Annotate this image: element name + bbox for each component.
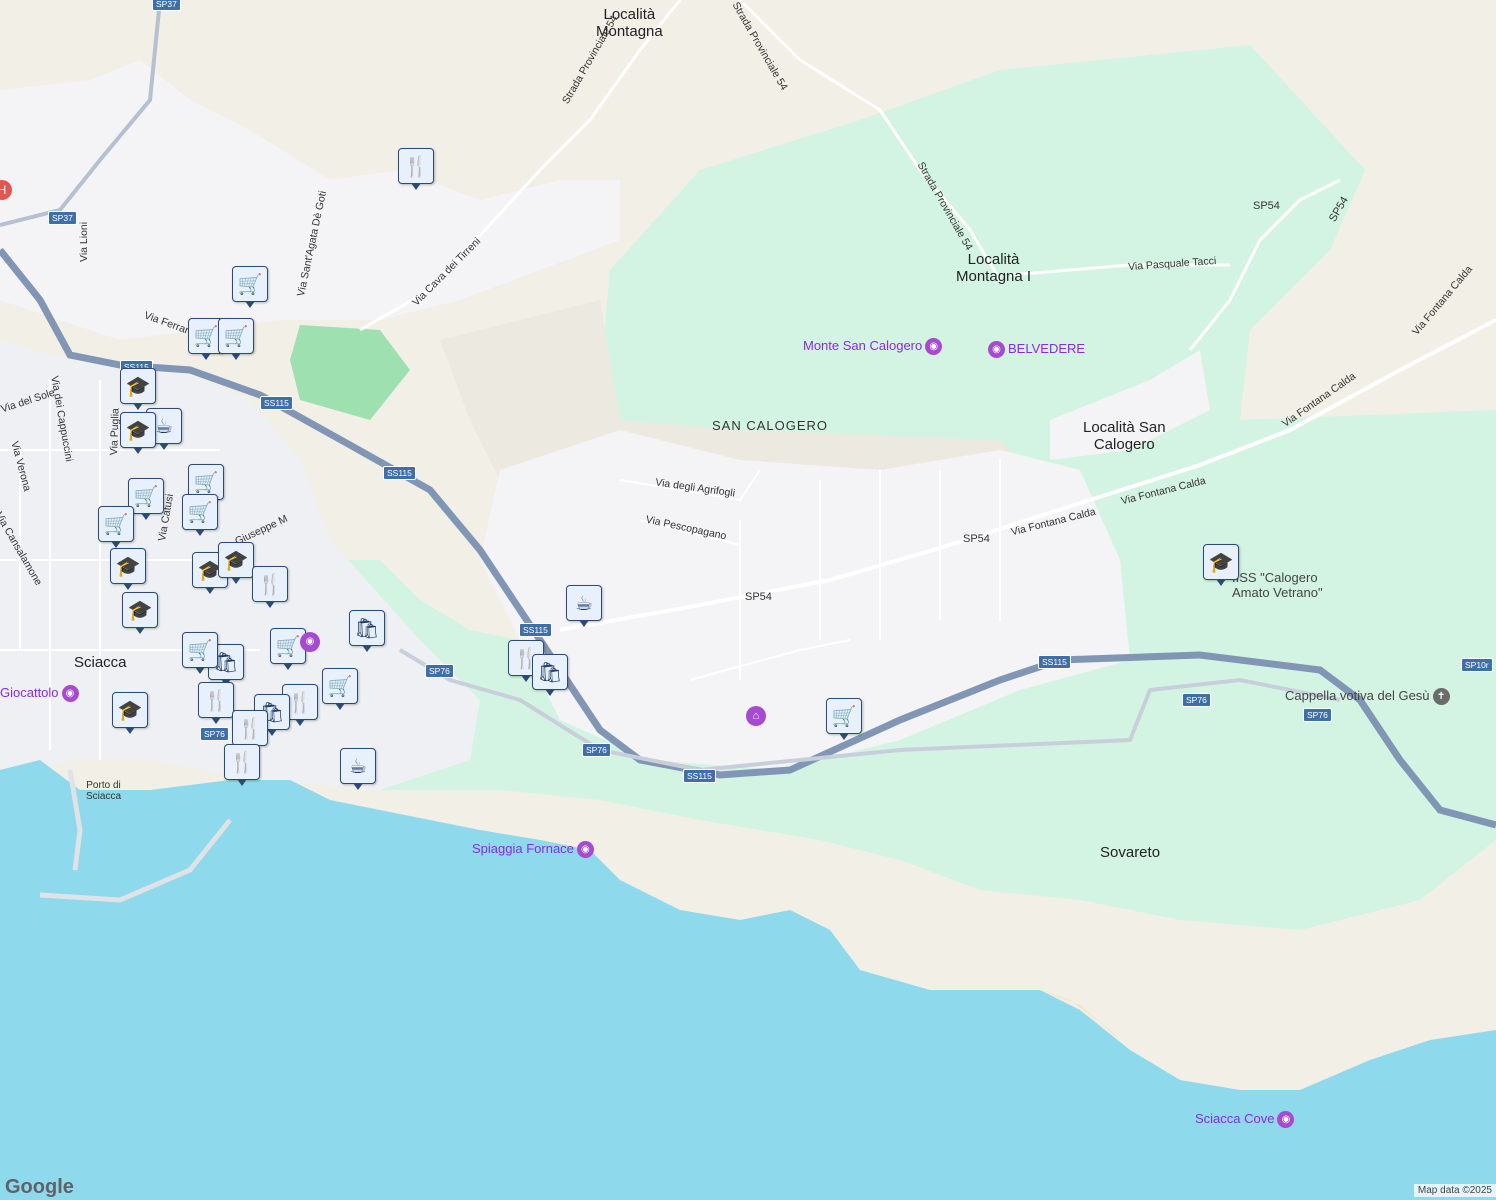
- town-label-sovareto: Sovareto: [1100, 844, 1161, 861]
- town-label-localita-san-calogero: Località San Calogero: [1083, 419, 1166, 453]
- road-label: SP54: [963, 533, 990, 545]
- restaurant-icon[interactable]: 🍴: [224, 744, 260, 786]
- cross-icon: ✝: [1432, 688, 1450, 706]
- coffee-icon[interactable]: ☕: [340, 748, 376, 790]
- school-icon[interactable]: 🎓: [1203, 544, 1239, 586]
- map-attribution[interactable]: Map data ©2025: [1413, 1184, 1496, 1197]
- school-icon[interactable]: 🎓: [218, 542, 254, 584]
- poi-iiss-amato-vetrano[interactable]: IISS "Calogero Amato Vetrano": [1232, 570, 1323, 600]
- coffee-icon[interactable]: ☕: [566, 585, 602, 627]
- poi-spiaggia-fornace[interactable]: Spiaggia Fornace ◉: [472, 841, 594, 859]
- road-shield: SS115: [1038, 655, 1071, 669]
- camera-icon: ◉: [988, 341, 1005, 359]
- cart-icon[interactable]: 🛒: [826, 698, 862, 740]
- school-icon[interactable]: 🎓: [122, 592, 158, 634]
- school-icon[interactable]: 🎓: [112, 692, 148, 734]
- road-shield: SS115: [383, 466, 416, 480]
- camera-icon[interactable]: ◉: [300, 632, 320, 652]
- area-label-san-calogero: SAN CALOGERO: [712, 418, 829, 433]
- street-label: Via Lioni: [78, 221, 90, 262]
- road-shield: SP76: [425, 664, 454, 678]
- town-label-sciacca: Sciacca: [74, 654, 127, 671]
- road-shield: SS115: [519, 623, 552, 637]
- road-shield: SP10r: [1461, 658, 1493, 672]
- camera-icon: ◉: [1277, 1111, 1295, 1129]
- restaurant-icon[interactable]: 🍴: [198, 682, 234, 724]
- restaurant-icon[interactable]: 🍴: [252, 566, 288, 608]
- road-shield: SP76: [1182, 693, 1211, 707]
- road-shield: SP76: [582, 743, 611, 757]
- google-logo: Google: [5, 1176, 74, 1198]
- cart-icon[interactable]: 🛒: [182, 494, 218, 536]
- shopping-bag-icon[interactable]: 🛍: [349, 610, 385, 652]
- camera-icon: ◉: [576, 841, 594, 859]
- road-label: SP54: [745, 591, 772, 603]
- poi-monte-san-calogero[interactable]: Monte San Calogero ◉: [803, 338, 943, 356]
- school-icon[interactable]: 🎓: [120, 368, 156, 410]
- cart-icon[interactable]: 🛒: [232, 266, 268, 308]
- school-icon[interactable]: 🎓: [110, 548, 146, 590]
- poi-giocattolo[interactable]: Giocattolo ◉: [0, 685, 79, 703]
- cart-icon[interactable]: 🛒: [322, 668, 358, 710]
- poi-sciacca-cove[interactable]: Sciacca Cove ◉: [1195, 1111, 1295, 1129]
- school-icon[interactable]: 🎓: [120, 412, 156, 454]
- town-label-localita-montagna-i: Località Montagna I: [956, 251, 1032, 285]
- cart-icon[interactable]: 🛒: [218, 318, 254, 360]
- restaurant-icon[interactable]: 🍴: [232, 710, 268, 752]
- road-shield: SP76: [200, 727, 229, 741]
- label-porto-di-sciacca: Porto di Sciacca: [86, 780, 122, 802]
- shopping-bag-icon[interactable]: 🛍: [532, 654, 568, 696]
- museum-icon[interactable]: ⌂: [746, 706, 766, 726]
- road-shield: SS115: [683, 769, 716, 783]
- restaurant-icon[interactable]: 🍴: [398, 148, 434, 190]
- camera-icon: ◉: [925, 338, 943, 356]
- cart-icon[interactable]: 🛒: [182, 632, 218, 674]
- road-shield: SS115: [260, 396, 293, 410]
- road-label: SP54: [1253, 200, 1280, 212]
- camera-icon: ◉: [61, 685, 79, 703]
- road-shield: SP76: [1303, 708, 1332, 722]
- cart-icon[interactable]: 🛒: [98, 506, 134, 548]
- road-shield: SP37: [48, 211, 77, 225]
- poi-belvedere[interactable]: ◉ BELVEDERE: [988, 341, 1085, 359]
- road-shield: SP37: [152, 0, 181, 11]
- poi-cappella-votiva[interactable]: Cappella votiva del Gesù ✝: [1285, 688, 1450, 706]
